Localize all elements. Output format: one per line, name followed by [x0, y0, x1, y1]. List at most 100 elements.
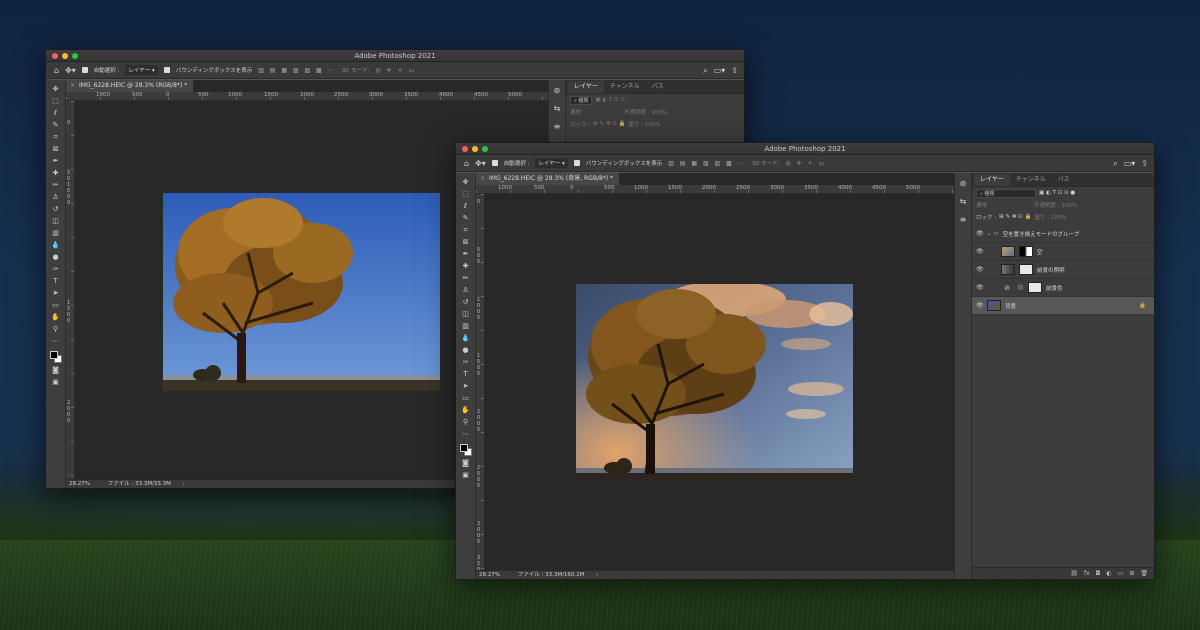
visibility-eye-icon[interactable]: 👁 [976, 266, 984, 273]
search-icon[interactable]: ⌕ [1113, 159, 1117, 169]
pen-icon[interactable]: ✑ [460, 357, 472, 367]
hand-icon[interactable]: ✋ [460, 405, 472, 415]
canvas-background[interactable] [485, 194, 954, 570]
zoom-level[interactable]: 28.27% [479, 572, 500, 578]
properties-panel-icon[interactable]: ≡ [960, 215, 967, 224]
layer-select[interactable]: レイヤー ▾ [535, 158, 568, 168]
document-tab[interactable]: × IMG_6228.HEIC @ 28.3% (背景, RGB/8*) * [476, 173, 621, 185]
search-icon[interactable]: ⌕ [703, 66, 707, 76]
adjustment-icon[interactable]: ◐ [1106, 570, 1111, 577]
layer-row[interactable]: 👁 ⊘ ⛓ 前景色 [972, 279, 1154, 297]
tab-layers[interactable]: レイヤー [568, 81, 604, 93]
lasso-icon[interactable]: ℓ [460, 201, 472, 211]
auto-select-checkbox[interactable] [81, 67, 88, 73]
folder-icon[interactable]: ▭ [1118, 570, 1124, 577]
type-icon[interactable]: T [460, 369, 472, 379]
opacity-field[interactable]: 不透明度 : 100% [624, 108, 667, 116]
align-icons[interactable]: ▥ ▤ ▦ ▧ ▨ ▩ ⋯ [258, 67, 335, 74]
opacity-field[interactable]: 不透明度 : 100% [1034, 201, 1077, 209]
healing-icon[interactable]: ✚ [50, 168, 62, 178]
more-tools-icon[interactable]: ⋯ [50, 336, 62, 346]
fill-field[interactable]: 塗り : 100% [1034, 213, 1066, 221]
chain-link-icon[interactable]: ⛓ [1017, 285, 1024, 291]
visibility-eye-icon[interactable]: 👁 [976, 302, 984, 309]
kind-filter[interactable]: ⌕ 種類 [976, 188, 1036, 198]
photo-tree-sunset-sky[interactable] [576, 284, 853, 482]
minimize-button[interactable] [472, 146, 478, 152]
close-tab-icon[interactable]: × [70, 82, 75, 89]
trash-icon[interactable]: 🗑 [1140, 570, 1148, 577]
pen-icon[interactable]: ✑ [50, 264, 62, 274]
link-icon[interactable]: ⛓ [1070, 570, 1078, 577]
filter-icons[interactable]: ▣ ◐ T ⊡ ⊙ ● [1039, 190, 1075, 196]
lock-icon[interactable]: 🔒 [1139, 303, 1146, 309]
minimize-button[interactable] [62, 53, 68, 59]
dodge-icon[interactable]: ● [460, 345, 472, 355]
shape-icon[interactable]: ▭ [50, 300, 62, 310]
zoom-button[interactable] [72, 53, 78, 59]
crop-icon[interactable]: ⌗ [50, 132, 62, 142]
healing-icon[interactable]: ✚ [460, 261, 472, 271]
properties-panel-icon[interactable]: ≡ [554, 122, 561, 131]
brush-icon[interactable]: ✏ [50, 180, 62, 190]
quick-select-icon[interactable]: ✎ [460, 213, 472, 223]
lock-icons[interactable]: ⊞ ✎ ✥ ⊡ 🔒 [999, 214, 1031, 220]
quick-mask-icon[interactable]: ◙ [50, 365, 62, 375]
auto-select-checkbox[interactable] [491, 160, 498, 166]
eyedropper-icon[interactable]: ✒ [50, 156, 62, 166]
blur-icon[interactable]: 💧 [50, 240, 62, 250]
gradient-icon[interactable]: ▥ [50, 228, 62, 238]
path-select-icon[interactable]: ➤ [460, 381, 472, 391]
move-tool-icon[interactable]: ✥▾ [475, 159, 486, 168]
layer-select[interactable]: レイヤー ▾ [125, 65, 158, 75]
dodge-icon[interactable]: ● [50, 252, 62, 262]
adjust-panel-icon[interactable]: ⊛ [960, 179, 967, 188]
workspace-icon[interactable]: ▭▾ [714, 66, 726, 75]
brush-icon[interactable]: ✏ [460, 273, 472, 283]
bbox-checkbox[interactable] [573, 160, 580, 166]
marquee-icon[interactable]: ⬚ [460, 189, 472, 199]
workspace-icon[interactable]: ▭▾ [1124, 159, 1136, 168]
blur-icon[interactable]: 💧 [460, 333, 472, 343]
hand-icon[interactable]: ✋ [50, 312, 62, 322]
share-icon[interactable]: ⇪ [731, 66, 738, 75]
eraser-icon[interactable]: ◫ [50, 216, 62, 226]
kind-filter[interactable]: ⌕ 種類 [570, 95, 593, 105]
quick-mask-icon[interactable]: ◙ [460, 458, 472, 468]
blend-mode[interactable]: 通常 [976, 201, 987, 209]
foreground-color[interactable] [49, 351, 58, 359]
share-icon[interactable]: ⇪ [1141, 159, 1148, 168]
marquee-icon[interactable]: ⬚ [50, 96, 62, 106]
visibility-eye-icon[interactable]: 👁 [976, 284, 984, 291]
filter-icons[interactable]: ▣ ◐ T ⊡ ⊙ [595, 97, 625, 103]
photo-tree-blue-sky[interactable] [163, 193, 440, 391]
threed-icons[interactable]: ◎ ✛ ✧ ▭ [376, 67, 417, 74]
zoom-icon[interactable]: ⚲ [460, 417, 472, 427]
visibility-eye-icon[interactable]: 👁 [976, 248, 984, 255]
blend-mode[interactable]: 通常 [570, 108, 581, 116]
new-layer-icon[interactable]: ⊞ [1129, 570, 1134, 577]
photoshop-window-front[interactable]: Adobe Photoshop 2021 ⌂ ✥▾ 自動選択 : レイヤー ▾ … [455, 142, 1155, 580]
stamp-icon[interactable]: ♙ [50, 192, 62, 202]
gradient-icon[interactable]: ▥ [460, 321, 472, 331]
status-arrow-icon[interactable]: › [183, 481, 185, 487]
move-tool-icon[interactable]: ✥▾ [65, 66, 76, 75]
screen-mode-icon[interactable]: ▣ [460, 470, 472, 480]
align-icons[interactable]: ▥ ▤ ▦ ▧ ▨ ▩ ⋯ [668, 160, 745, 167]
visibility-eye-icon[interactable]: 👁 [976, 230, 984, 237]
move-icon[interactable]: ✥ [460, 177, 472, 187]
layer-row[interactable]: 👁 前景の照明 [972, 261, 1154, 279]
document-tab[interactable]: × IMG_6228.HEIC @ 28.3% (RGB/8*) * [66, 80, 195, 92]
type-icon[interactable]: T [50, 276, 62, 286]
home-icon[interactable]: ⌂ [464, 159, 469, 168]
color-swatches[interactable] [49, 351, 62, 363]
screen-mode-icon[interactable]: ▣ [50, 377, 62, 387]
paths-panel-icon[interactable]: ⇆ [960, 197, 967, 206]
lasso-icon[interactable]: ℓ [50, 108, 62, 118]
fx-icon[interactable]: fx [1084, 570, 1090, 577]
shape-icon[interactable]: ▭ [460, 393, 472, 403]
bbox-checkbox[interactable] [163, 67, 170, 73]
move-icon[interactable]: ✥ [50, 84, 62, 94]
zoom-level[interactable]: 28.27% [69, 481, 90, 487]
layer-row-selected[interactable]: 👁 背景 🔒 [972, 297, 1154, 315]
